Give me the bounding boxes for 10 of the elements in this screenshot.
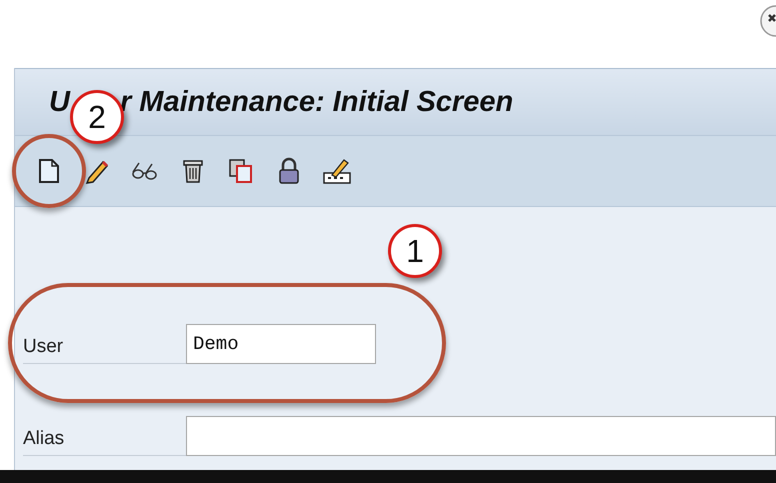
window-title: U: [49, 86, 70, 118]
user-field[interactable]: Demo: [186, 324, 376, 364]
lock-icon: [277, 157, 301, 185]
alias-field[interactable]: [186, 416, 776, 456]
document-icon: [38, 158, 60, 184]
close-icon[interactable]: [758, 4, 776, 38]
copy-icon: [228, 158, 254, 184]
pencil-keyboard-icon: [322, 157, 352, 185]
trash-icon: [182, 158, 204, 184]
pencil-icon: [85, 158, 109, 184]
